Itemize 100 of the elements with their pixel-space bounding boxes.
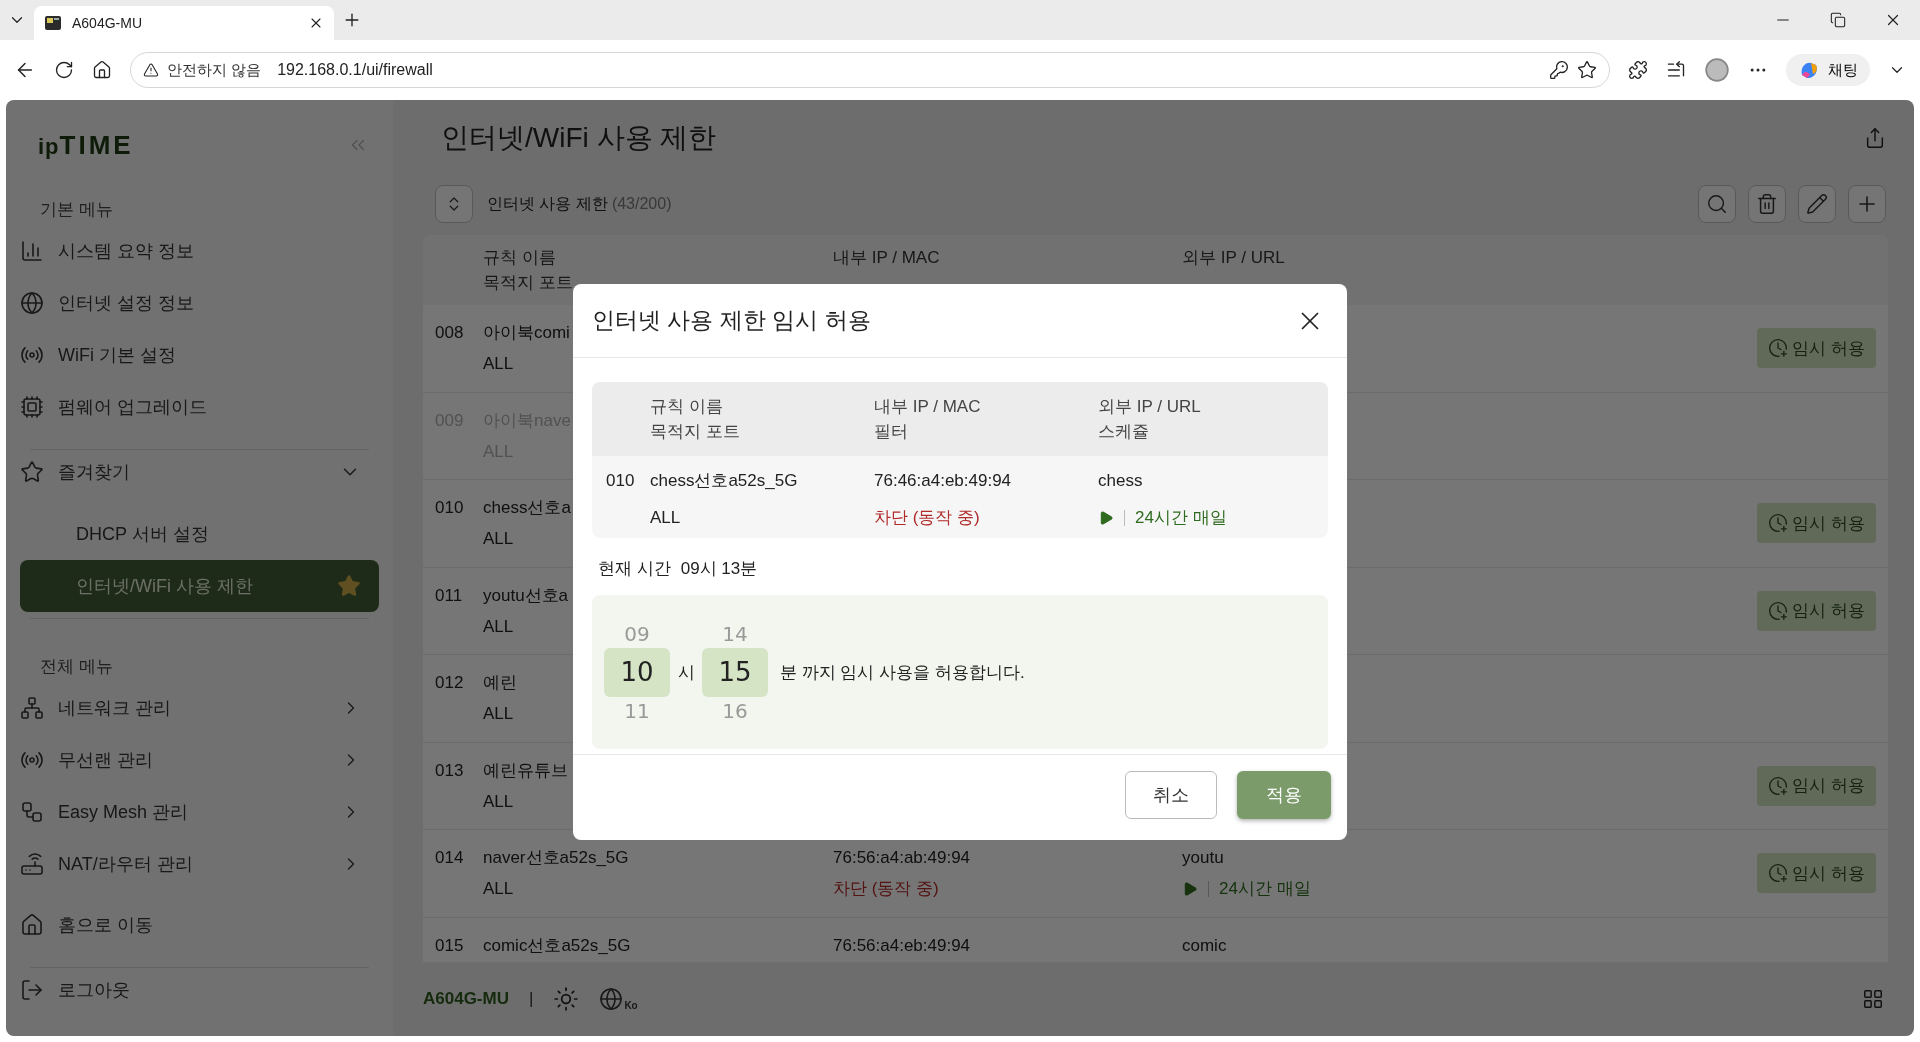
hierarchy-icon: [20, 800, 44, 824]
hour-unit: 시: [676, 661, 696, 684]
row-number: 013: [435, 759, 464, 781]
port-text: ALL: [483, 353, 514, 375]
url-text: comic: [1182, 934, 1227, 956]
minute-option[interactable]: 14: [722, 621, 748, 646]
port-text: ALL: [483, 703, 514, 725]
port-text: ALL: [483, 878, 514, 900]
row-number: 010: [435, 497, 464, 519]
clock-plus-icon: [1768, 775, 1789, 796]
security-label: 안전하지 않음: [167, 60, 262, 80]
sidebar-item[interactable]: 시스템 요약 정보: [20, 235, 379, 287]
sidebar-item[interactable]: Easy Mesh 관리: [20, 796, 379, 848]
sidebar-item[interactable]: 홈으로 이동: [20, 909, 379, 961]
list-label: 인터넷 사용 제한: [487, 193, 608, 214]
rule-name: naver선호a52s_5G: [483, 847, 629, 869]
profile-icon[interactable]: [1704, 57, 1730, 83]
export-icon[interactable]: [1864, 127, 1886, 149]
favorites-icon[interactable]: [1666, 60, 1686, 80]
row-number: 008: [435, 322, 464, 344]
rule-name: 예린유튜브: [483, 759, 568, 781]
column-header: 내부 IP / MAC: [833, 247, 940, 268]
row-number: 011: [435, 584, 463, 606]
url-text: 192.168.0.1/ui/firewall: [277, 61, 434, 79]
search-button[interactable]: [1698, 185, 1736, 223]
chip-icon: [20, 395, 44, 419]
allow-button[interactable]: 임시 허용: [1757, 328, 1876, 369]
port-text: ALL: [483, 790, 514, 812]
hour-selector[interactable]: 10: [604, 647, 670, 697]
sidebar-item[interactable]: 네트워크 관리: [20, 692, 379, 744]
add-button[interactable]: [1848, 185, 1886, 223]
column-header: 외부 IP / URL: [1098, 396, 1201, 417]
allow-button[interactable]: 임시 허용: [1757, 503, 1876, 544]
edit-button[interactable]: [1798, 185, 1836, 223]
sidebar-item[interactable]: WiFi 기본 설정: [20, 339, 379, 391]
key-icon[interactable]: [1549, 60, 1569, 80]
sidebar-item[interactable]: DHCP 서버 설정: [20, 508, 379, 560]
rule-name: chess선호a52s_5G: [650, 470, 799, 491]
dialog-title: 인터넷 사용 제한 임시 허용: [592, 306, 871, 335]
device-name: A604G-MU: [423, 989, 509, 1009]
section-title: 전체 메뉴: [39, 656, 114, 678]
separator-text: |: [528, 989, 534, 1009]
browser-tab[interactable]: A604G-MU: [34, 6, 334, 40]
allow-button[interactable]: 임시 허용: [1757, 590, 1876, 631]
hour-option[interactable]: 11: [624, 698, 650, 723]
sidebar-item[interactable]: 펌웨어 업그레이드: [20, 391, 379, 443]
bar-chart-icon: [20, 239, 44, 263]
row-number: 010: [605, 470, 636, 491]
reload-icon[interactable]: [54, 60, 74, 80]
address-bar[interactable]: 안전하지 않음 192.168.0.1/ui/firewall: [130, 52, 1610, 88]
chat-button[interactable]: 채팅: [1786, 54, 1870, 86]
allow-button[interactable]: 임시 허용: [1757, 853, 1876, 894]
column-header: 규칙 이름: [650, 396, 723, 417]
sidebar-item[interactable]: 로그아웃: [20, 974, 379, 1026]
column-header: 스케쥴: [1098, 421, 1149, 442]
logo: ipTIME: [38, 129, 134, 161]
home-icon: [20, 913, 44, 937]
row-number: 014: [435, 847, 464, 869]
delete-button[interactable]: [1748, 185, 1786, 223]
clock-plus-icon: [1768, 863, 1789, 884]
globe-icon: [599, 987, 624, 1011]
column-header: 내부 IP / MAC: [874, 396, 981, 417]
url-text: chess: [1098, 470, 1144, 491]
restore-icon[interactable]: [1830, 12, 1846, 28]
favorite-star-icon[interactable]: [1577, 60, 1597, 80]
allow-button[interactable]: 임시 허용: [1757, 765, 1876, 806]
minute-selector[interactable]: 15: [702, 647, 768, 697]
allow-message: 분 까지 임시 사용을 허용합니다.: [780, 661, 1025, 684]
trash-icon: [1756, 193, 1778, 215]
apply-button[interactable]: 적용: [1237, 770, 1331, 819]
minute-option[interactable]: 16: [722, 698, 748, 723]
current-time: 09시 13분: [680, 558, 758, 579]
home-icon[interactable]: [92, 60, 112, 80]
row-number: 015: [435, 934, 464, 956]
router-favicon: [44, 14, 62, 32]
rule-name: youtu선호a: [483, 584, 569, 606]
mac-address: 76:56:a4:eb:49:94: [833, 934, 971, 956]
cancel-button[interactable]: 취소: [1125, 770, 1217, 819]
extensions-icon[interactable]: [1628, 60, 1648, 80]
favorites-item[interactable]: 즐겨찾기: [20, 456, 379, 508]
column-header: 외부 IP / URL: [1182, 247, 1285, 268]
sidebar-item[interactable]: 인터넷 설정 정보: [20, 287, 379, 339]
sidebar-item[interactable]: 인터넷/WiFi 사용 제한: [20, 560, 379, 612]
grid-icon[interactable]: [1862, 988, 1884, 1010]
sidebar-item[interactable]: NAT/라우터 관리: [20, 848, 379, 900]
sidebar-item[interactable]: 무선랜 관리: [20, 744, 379, 796]
rule-name: comic선호a52s_5G: [483, 934, 631, 956]
schedule-text: 24시간 매일: [1219, 878, 1311, 900]
rule-name: 예린: [483, 672, 517, 694]
column-header: 목적지 포트: [483, 272, 573, 293]
url-text: youtu: [1182, 847, 1224, 869]
mac-address: 76:56:a4:ab:49:94: [833, 847, 971, 869]
hour-option[interactable]: 09: [624, 621, 650, 646]
port-text: ALL: [650, 507, 682, 528]
language-button[interactable]: Ko: [599, 987, 638, 1011]
sun-icon[interactable]: [553, 986, 580, 1012]
filter-status: 차단 (동작 중): [833, 878, 939, 900]
filter-status: 차단 (동작 중): [874, 507, 981, 528]
play-icon: [1098, 509, 1114, 526]
port-text: ALL: [483, 528, 514, 550]
